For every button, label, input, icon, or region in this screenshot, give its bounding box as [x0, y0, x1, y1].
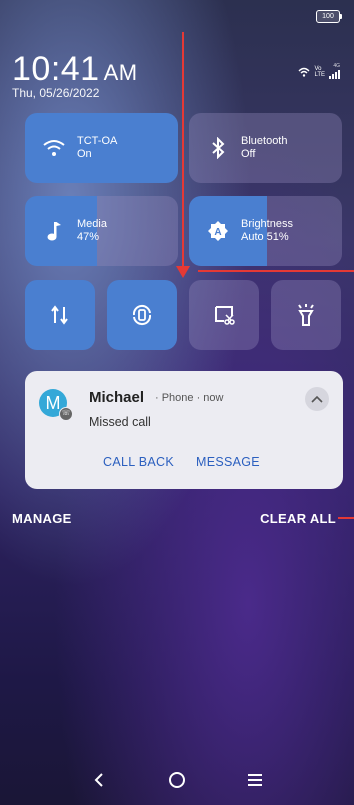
collapse-button[interactable]	[305, 387, 329, 411]
media-slider-track	[96, 196, 178, 266]
auto-rotate-toggle[interactable]	[107, 280, 177, 350]
screenshot-icon	[215, 306, 235, 325]
mobile-data-toggle[interactable]	[25, 280, 95, 350]
wifi-tile-status: On	[77, 148, 92, 160]
bluetooth-icon	[205, 135, 231, 161]
network-gen-label: 4G	[333, 63, 340, 69]
annotation-line-clear-all	[338, 517, 354, 519]
battery-level: 100	[322, 13, 334, 20]
back-button[interactable]	[84, 765, 114, 795]
brightness-slider[interactable]: A Brightness Auto 51%	[189, 196, 342, 266]
brightness-tile-level: Auto 51%	[241, 231, 289, 243]
wifi-tile-title: TCT-OA	[77, 135, 118, 147]
time-value: 10:41	[12, 50, 100, 88]
bluetooth-tile-status: Off	[241, 148, 256, 160]
bluetooth-tile-title: Bluetooth	[241, 135, 288, 147]
missed-call-badge-icon: ☏	[59, 407, 73, 421]
notification-meta: · Phone · now	[155, 392, 224, 404]
data-transfer-icon	[51, 305, 68, 325]
chevron-up-icon	[311, 395, 323, 403]
notification-sender: Michael	[89, 389, 145, 406]
recents-button[interactable]	[240, 765, 270, 795]
annotation-arrowhead	[176, 266, 190, 278]
screenshot-toggle[interactable]	[189, 280, 259, 350]
wifi-status-icon	[298, 67, 310, 77]
home-icon	[169, 772, 185, 788]
music-note-icon	[41, 218, 67, 244]
annotation-arrow-down	[182, 32, 184, 270]
annotation-line-right	[198, 270, 354, 272]
media-volume-slider[interactable]: Media 47%	[25, 196, 178, 266]
bluetooth-tile[interactable]: Bluetooth Off	[189, 113, 342, 183]
wifi-tile[interactable]: TCT-OA On	[25, 113, 178, 183]
call-back-button[interactable]: CALL BACK	[103, 455, 174, 469]
manage-button[interactable]: MANAGE	[12, 511, 72, 526]
flashlight-icon	[298, 304, 314, 326]
clock-time: 10:41 AM	[12, 50, 138, 89]
clear-all-button[interactable]: CLEAR ALL	[260, 511, 336, 526]
system-status-icons: Vo LTE 4G	[298, 64, 340, 79]
svg-text:A: A	[214, 227, 221, 238]
menu-icon	[248, 774, 262, 786]
notification-message: Missed call	[89, 415, 151, 429]
brightness-tile-title: Brightness	[241, 218, 293, 230]
battery-indicator: 100	[316, 10, 342, 23]
volte-bottom-label: LTE	[314, 71, 325, 78]
media-tile-level: 47%	[77, 231, 100, 243]
home-button[interactable]	[162, 765, 192, 795]
message-button[interactable]: MESSAGE	[196, 455, 260, 469]
navigation-bar	[0, 755, 354, 805]
missed-call-notification[interactable]: M ☏ Michael · Phone · now Missed call CA…	[25, 371, 343, 489]
time-ampm: AM	[103, 60, 138, 85]
flashlight-toggle[interactable]	[271, 280, 341, 350]
volte-icon: Vo LTE	[314, 66, 325, 78]
media-tile-title: Media	[77, 218, 107, 230]
clock-date: Thu, 05/26/2022	[12, 86, 100, 100]
auto-brightness-icon: A	[205, 218, 231, 244]
wifi-icon	[41, 135, 67, 161]
signal-icon: 4G	[329, 64, 340, 79]
back-icon	[94, 773, 103, 787]
auto-rotate-icon	[132, 304, 152, 326]
